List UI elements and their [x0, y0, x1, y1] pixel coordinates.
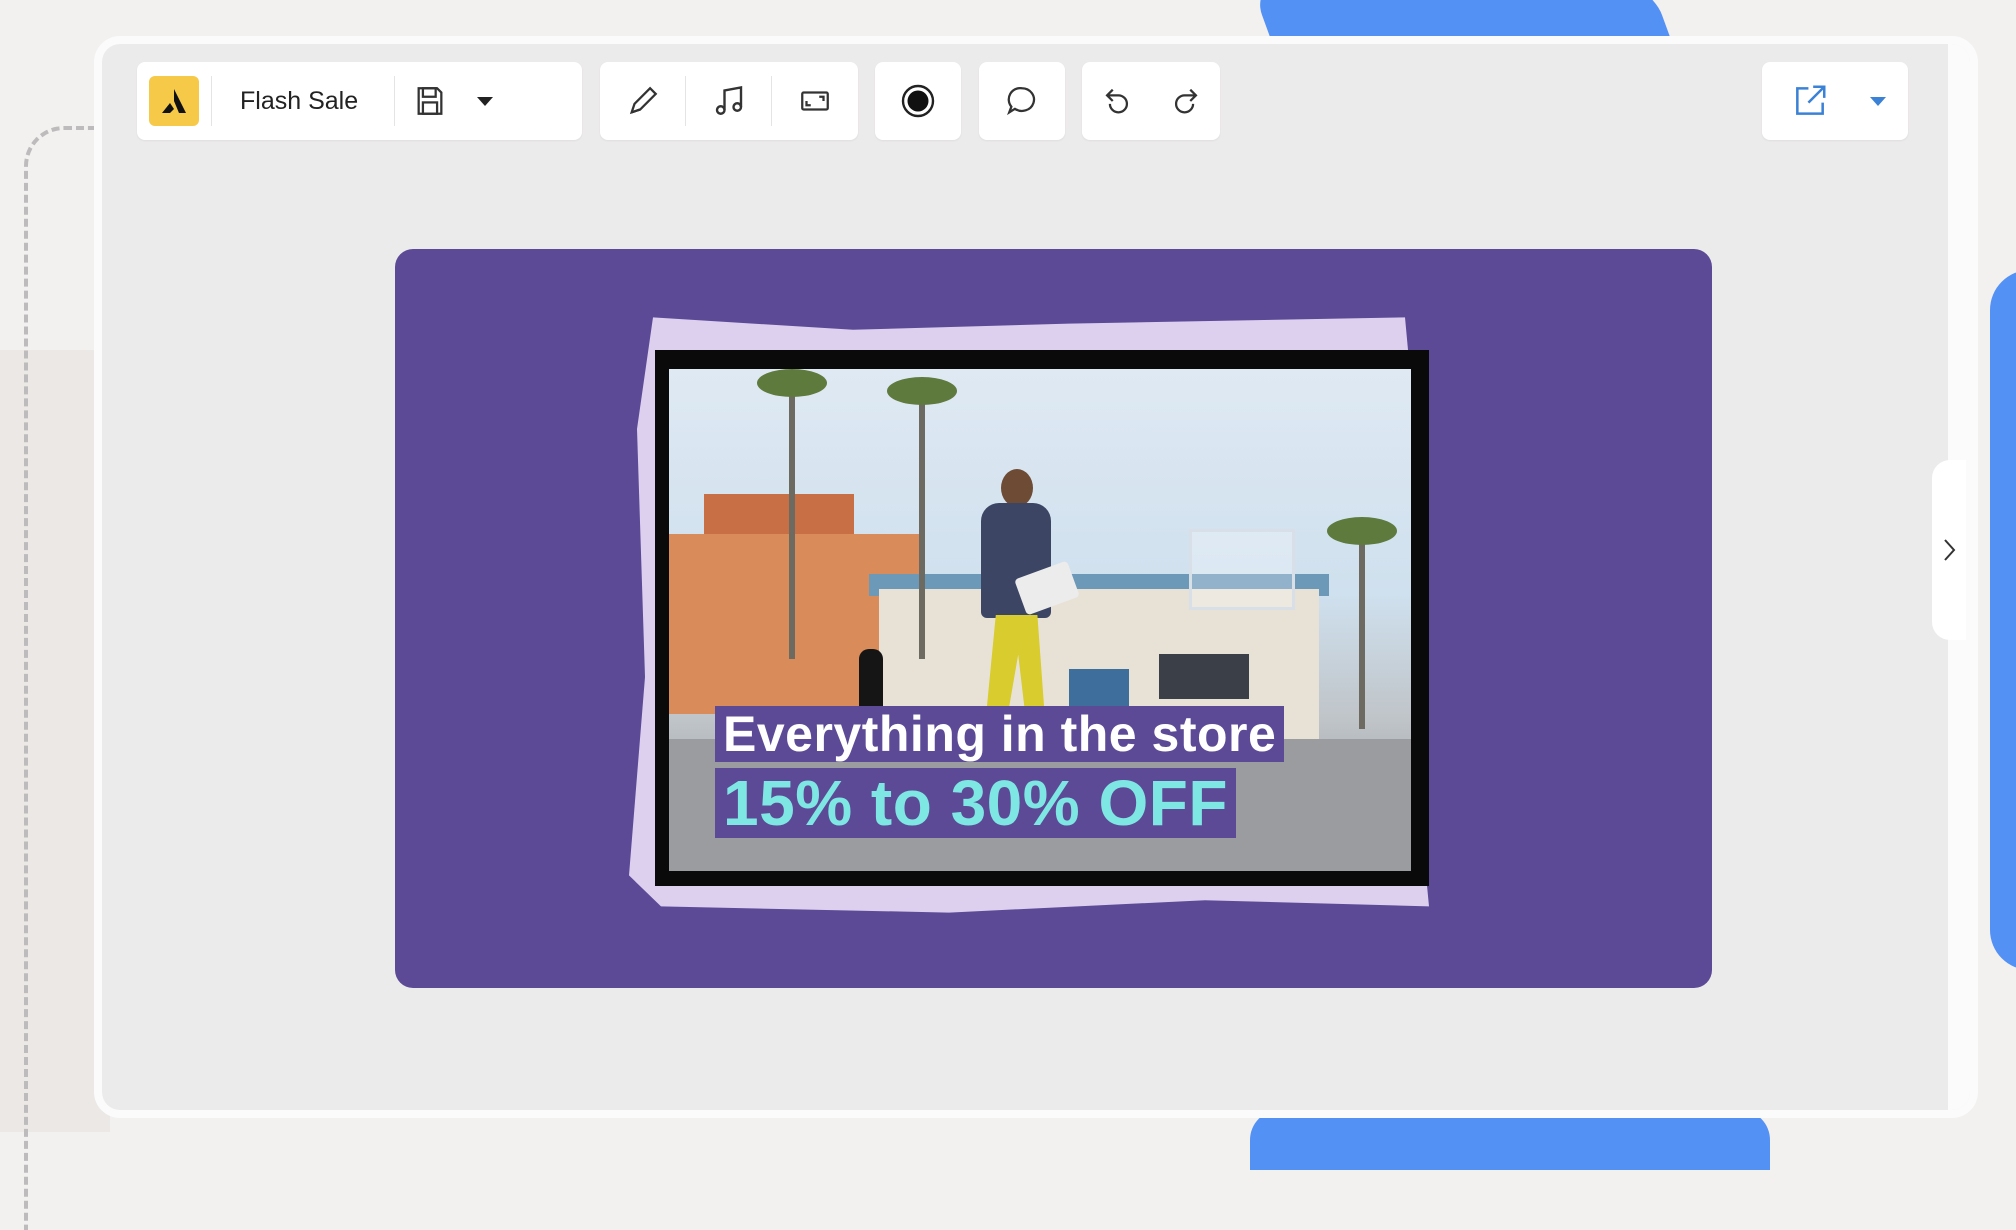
- draw-button[interactable]: [600, 62, 685, 140]
- scene-palm-leaves: [887, 377, 957, 405]
- scene-palm-trunk: [789, 379, 795, 659]
- caption-line-1[interactable]: Everything in the store: [715, 706, 1285, 762]
- design-canvas[interactable]: Everything in the store 15% to 30% OFF: [395, 249, 1712, 988]
- scene-palm-trunk: [919, 389, 925, 659]
- resize-button[interactable]: [772, 62, 857, 140]
- share-button[interactable]: [1762, 62, 1858, 140]
- pencil-icon: [629, 86, 657, 115]
- save-icon: [417, 87, 443, 115]
- scene-palm-trunk: [1359, 529, 1365, 729]
- scene-basketball-hoop: [1189, 529, 1295, 610]
- undo-icon: [1104, 88, 1128, 114]
- decor-blue-shape-bottom: [1250, 1110, 1770, 1170]
- project-title[interactable]: Flash Sale: [212, 87, 394, 116]
- redo-icon: [1174, 88, 1198, 114]
- share-options-button[interactable]: [1858, 62, 1898, 140]
- scene-palm-leaves: [757, 369, 827, 397]
- decor-blue-shape-right: [1990, 270, 2016, 970]
- undo-button[interactable]: [1082, 62, 1151, 140]
- toolbar-share-group: [1762, 62, 1908, 140]
- toolbar-comment-group: [979, 62, 1065, 140]
- chevron-right-icon: [1944, 539, 1956, 561]
- save-button[interactable]: [395, 62, 465, 140]
- record-button[interactable]: [875, 62, 961, 140]
- scene-palm-leaves: [1327, 517, 1397, 545]
- speech-bubble-icon: [1007, 86, 1036, 116]
- aspect-ratio-icon: [800, 91, 829, 111]
- toolbar-tools-group: [600, 62, 858, 140]
- share-external-icon: [1796, 85, 1826, 115]
- side-panel-toggle[interactable]: [1932, 460, 1966, 640]
- scene-window: [1159, 654, 1249, 699]
- audio-button[interactable]: [686, 62, 771, 140]
- toolbar-record-group: [875, 62, 961, 140]
- editor-window: Flash Sale Everything in the store 15% t…: [102, 44, 1970, 1110]
- music-note-icon: [715, 86, 742, 115]
- toolbar-history-group: [1082, 62, 1220, 140]
- toolbar-project-group: Flash Sale: [137, 62, 582, 140]
- video-frame[interactable]: Everything in the store 15% to 30% OFF: [629, 305, 1429, 925]
- caption-line-2[interactable]: 15% to 30% OFF: [715, 768, 1236, 838]
- chevron-down-icon: [477, 97, 494, 106]
- record-icon: [901, 84, 935, 118]
- scene-person-head: [1001, 469, 1033, 507]
- comment-button[interactable]: [979, 62, 1065, 140]
- save-options-button[interactable]: [465, 62, 505, 140]
- video-clip[interactable]: Everything in the store 15% to 30% OFF: [669, 369, 1411, 871]
- chevron-down-icon: [1870, 97, 1886, 106]
- redo-button[interactable]: [1151, 62, 1220, 140]
- brand-logo-icon[interactable]: [149, 76, 199, 126]
